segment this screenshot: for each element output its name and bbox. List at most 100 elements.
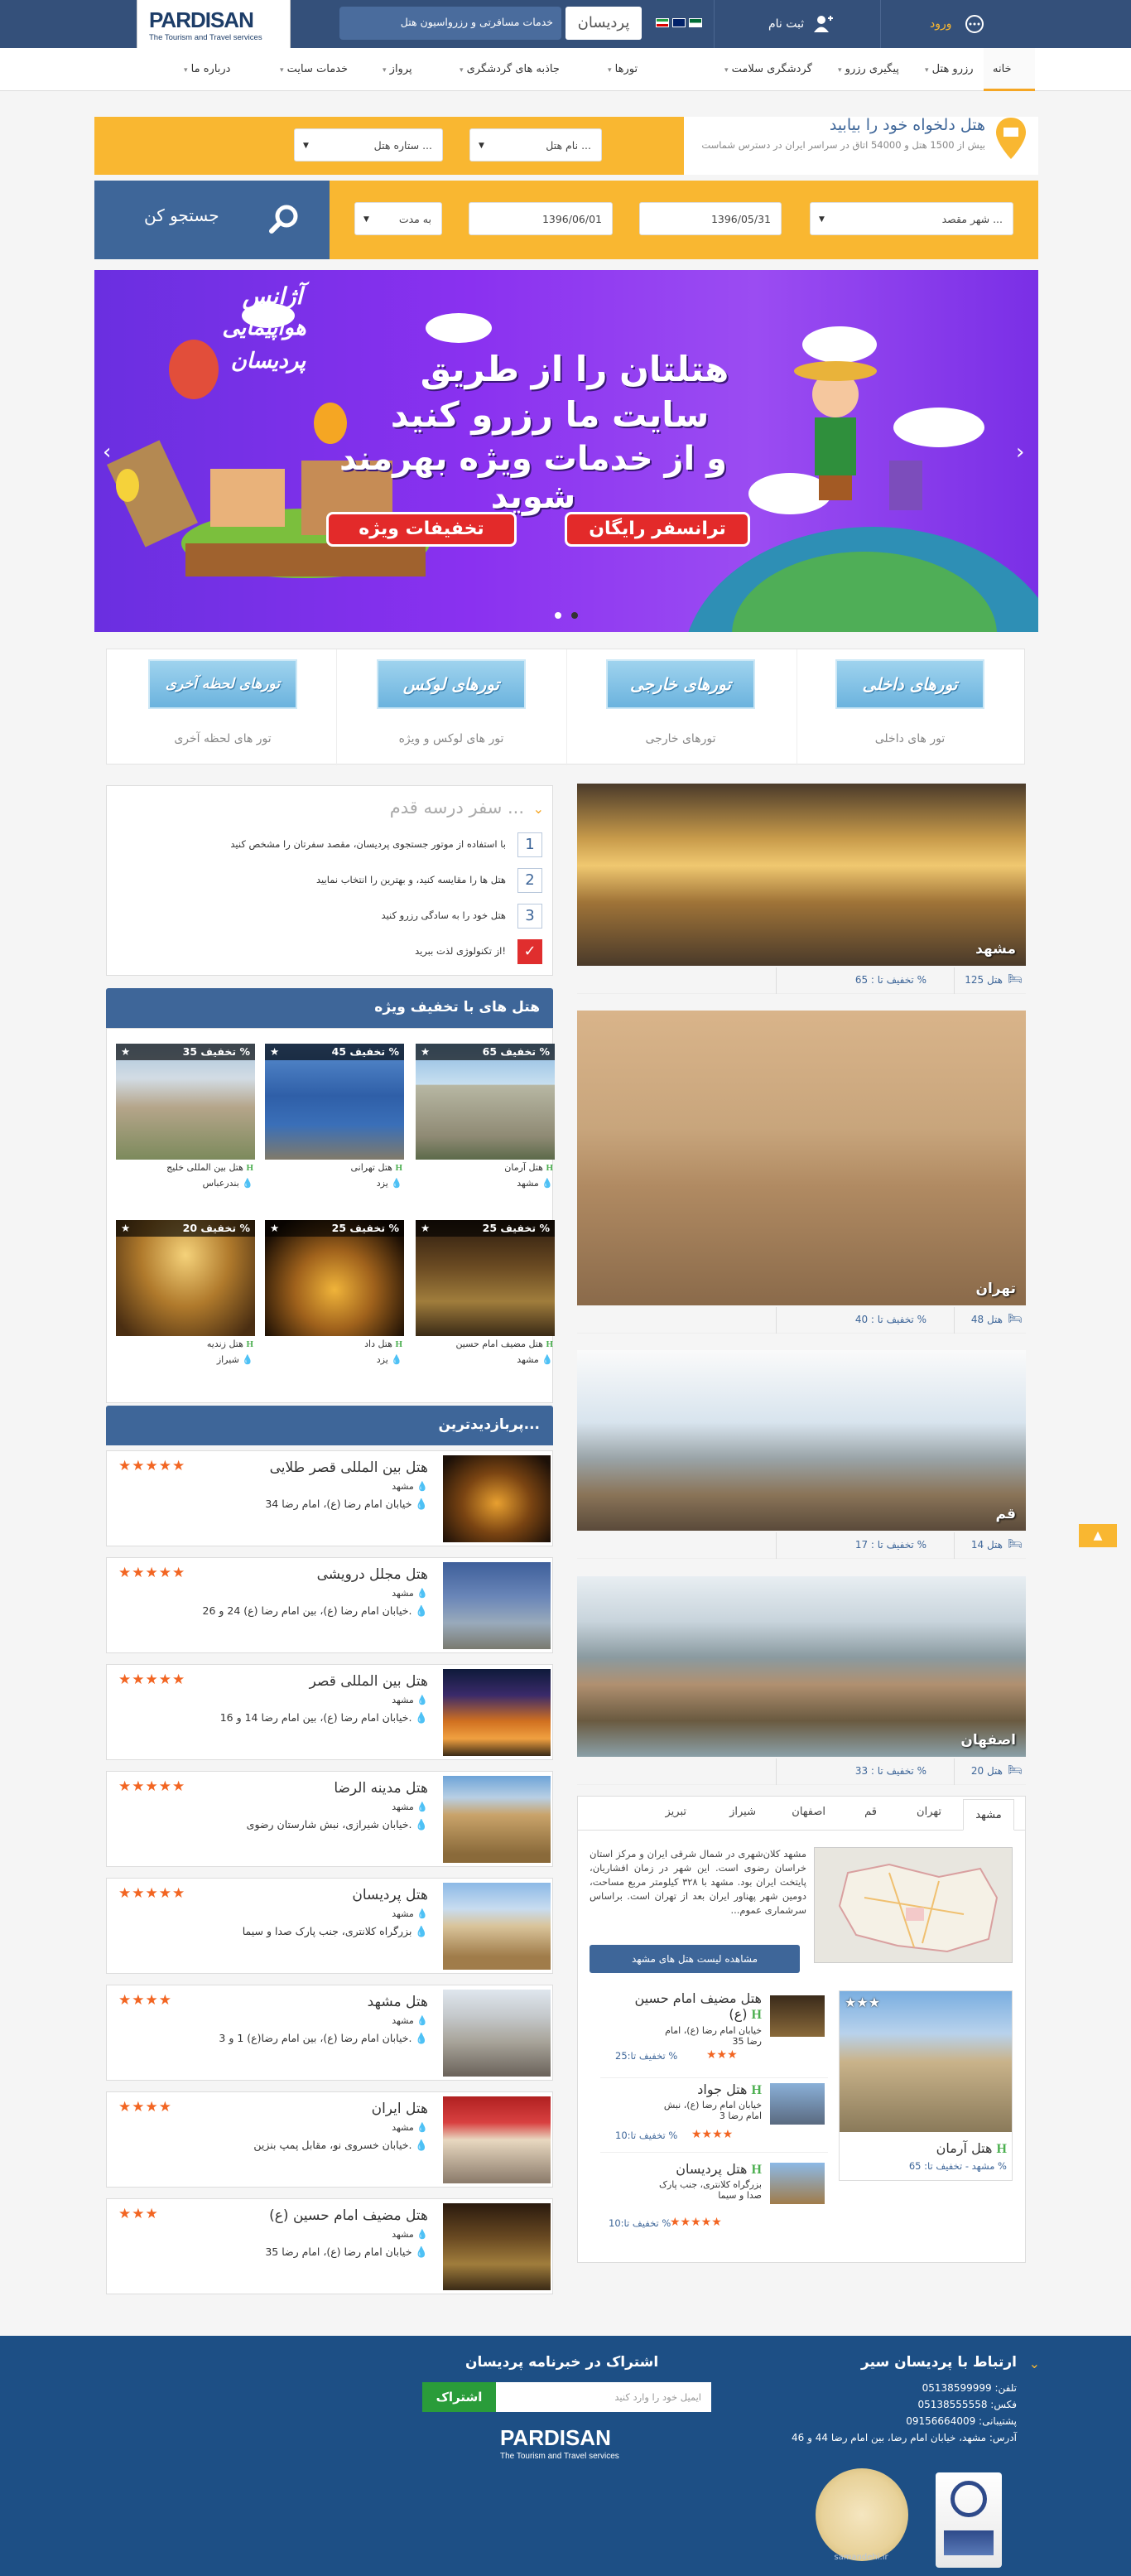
login-link[interactable]: ورود xyxy=(930,0,952,48)
slider-dot[interactable] xyxy=(555,612,561,619)
city-card-qom[interactable]: قم 🛏 14 هتل تخفیف تا : 17 % xyxy=(577,1350,1026,1564)
tab-qom[interactable]: قم xyxy=(864,1806,877,1818)
nav-tours[interactable]: ▾ تورها xyxy=(608,63,638,75)
tab-isfahan[interactable]: اصفهان xyxy=(792,1806,825,1818)
nav-about[interactable]: ▾ درباره ما xyxy=(184,63,230,75)
flag-uk-icon[interactable] xyxy=(672,18,686,27)
hotel-name[interactable]: هتل مشهد xyxy=(368,1994,428,2010)
hotel-name: هتل مضیف امام حسین (ع) H xyxy=(634,1990,762,2022)
hotel-name: هتل آرمان H xyxy=(936,2140,1007,2156)
popular-hotel-item[interactable]: هتل بین المللی قصر مشهد 💧 خیابان امام رض… xyxy=(106,1664,553,1760)
city-card-isfahan[interactable]: اصفهان 🛏 20 هتل تخفیف تا : 33 % xyxy=(577,1576,1026,1790)
banner-prev-arrow[interactable]: ‹ xyxy=(103,440,111,465)
tour-domestic-image[interactable]: تورهای داخلی xyxy=(835,659,984,709)
city-hotels-list-button[interactable]: مشاهده لیست هتل های مشهد xyxy=(590,1945,800,1973)
banner-next-arrow[interactable]: › xyxy=(1016,440,1024,465)
hotel-city: مشهد 💧 xyxy=(392,2122,428,2133)
scroll-top-button[interactable]: ▲ xyxy=(1079,1524,1117,1547)
nav-hotel-booking[interactable]: ▾ رزرو هتل xyxy=(925,63,974,75)
search-button-label: جستجو کن xyxy=(144,205,219,225)
city-card-mashhad[interactable]: مشهد 🛏 125 هتل تخفیف تا : 65 % xyxy=(577,784,1026,999)
brand-box[interactable]: پردیسان xyxy=(566,7,642,40)
subscribe-button[interactable]: اشتراک xyxy=(422,2382,496,2412)
city-discount: تخفیف تا : 33 % xyxy=(854,1765,926,1777)
footer-contact-title: ارتباط با پردیسان سیر xyxy=(861,2354,1017,2371)
banner-agency-3: پردیسان xyxy=(230,349,306,374)
hotel-photo xyxy=(770,2083,825,2125)
popular-hotel-item[interactable]: هتل مجلل درویشی مشهد 💧 خیابان امام رضا (… xyxy=(106,1557,553,1653)
hotel-name[interactable]: هتل مجلل درویشی xyxy=(317,1566,428,1583)
popular-hotel-item[interactable]: هتل ایران مشهد 💧 خیابان خسروی نو، مقابل … xyxy=(106,2091,553,2188)
hotel-name[interactable]: هتل بین المللی قصر xyxy=(310,1673,428,1690)
rating-stars: ★★★★★ xyxy=(118,1672,186,1688)
special-hotel-card[interactable]: تخفیف 25 % ★ هتل مضیف امام حسین H مشهد 💧 xyxy=(416,1220,555,1386)
popular-hotel-item[interactable]: هتل مشهد مشهد 💧 خیابان امام رضا (ع)، بین… xyxy=(106,1985,553,2081)
search-button[interactable]: جستجو کن xyxy=(94,181,330,259)
city-hotel-item[interactable]: هتل پردیسان H بزرگراه کلانتری، جنب پارک … xyxy=(600,2152,828,2235)
hotel-name[interactable]: هتل مدینه الرضا xyxy=(334,1780,428,1797)
checkin-date[interactable]: 1396/05/31 xyxy=(639,202,782,235)
nav-home[interactable]: خانه xyxy=(993,63,1012,75)
featured-hotel-card[interactable]: ★★★ هتل آرمان H مشهد - تخفیف تا: 65 % xyxy=(839,1990,1013,2181)
city-card-tehran[interactable]: تهران 🛏 48 هتل تخفیف تا : 40 % xyxy=(577,1011,1026,1337)
logo[interactable]: PARDISAN The Tourism and Travel services xyxy=(137,0,291,48)
popular-hotel-item[interactable]: هتل مضیف امام حسین (ع) مشهد 💧 خیابان اما… xyxy=(106,2198,553,2294)
hero-banner[interactable]: هتلتان را از طریق سایت ما رزرو کنید و از… xyxy=(94,270,1038,632)
hotel-name[interactable]: هتل بین المللی قصر طلایی xyxy=(270,1459,428,1476)
tour-foreign-label[interactable]: تورهای خارجی xyxy=(606,732,755,745)
special-hotel-card[interactable]: تخفیف 25 % ★ هتل داد H یزد 💧 xyxy=(265,1220,404,1386)
steps-panel: سفر درسه قدم ... ⌄ 1 با استفاده از موتور… xyxy=(106,785,553,976)
tour-lastminute-image[interactable]: تورهای لحظه آخری xyxy=(148,659,297,709)
special-hotel-card[interactable]: تخفیف 20 % ★ هتل زندیه H شیراز 💧 xyxy=(116,1220,255,1386)
divider xyxy=(954,1532,955,1559)
slider-dot[interactable] xyxy=(571,612,578,619)
special-hotel-card[interactable]: تخفیف 65 % ★ هتل آرمان H مشهد 💧 xyxy=(416,1044,555,1209)
tour-foreign-image[interactable]: تورهای خارجی xyxy=(606,659,755,709)
special-hotel-card[interactable]: تخفیف 35 % ★ هتل بین المللی خلیج H بندرع… xyxy=(116,1044,255,1209)
tab-tehran[interactable]: تهران xyxy=(917,1806,941,1818)
nav-services[interactable]: ▾ خدمات سایت xyxy=(280,63,348,75)
rating-stars: ★★★★★ xyxy=(118,1565,186,1581)
tour-luxury-label[interactable]: تور های لوکس و ویژه xyxy=(377,732,526,745)
samandehi-badge-icon[interactable] xyxy=(816,2468,908,2561)
tour-luxury-image[interactable]: تورهای لوکس xyxy=(377,659,526,709)
hotel-name[interactable]: هتل مضیف امام حسین (ع) xyxy=(269,2207,428,2224)
rating-stars: ★★★★ xyxy=(118,1992,172,2009)
tab-mashhad[interactable]: مشهد xyxy=(963,1799,1014,1831)
nav-health-tourism[interactable]: ▾ گردشگری سلامت xyxy=(724,63,812,75)
newsletter-email-input[interactable]: ایمیل خود را وارد کنید xyxy=(496,2382,711,2412)
city-hotel-item[interactable]: هتل جواد H خیابان امام رضا (ع)، نبش امام… xyxy=(600,2077,828,2160)
language-flags[interactable] xyxy=(656,18,702,27)
city-map[interactable] xyxy=(814,1847,1013,1963)
register-link[interactable]: ثبت نام xyxy=(768,0,804,48)
hotel-city: بندرعباس 💧 xyxy=(202,1178,253,1189)
flag-arabic-icon[interactable] xyxy=(689,18,702,27)
tour-domestic-label[interactable]: تور های داخلی xyxy=(835,732,984,745)
divider xyxy=(776,1758,777,1785)
hotel-name[interactable]: هتل پردیسان xyxy=(352,1887,428,1903)
destination-select[interactable]: شهر مقصد ... ▼ xyxy=(810,202,1013,235)
nav-flight[interactable]: ▾ پرواز xyxy=(383,63,412,75)
footer-address: آدرس: مشهد، خیابان امام رضا، بین امام رض… xyxy=(792,2432,1017,2443)
checkout-date[interactable]: 1396/06/01 xyxy=(469,202,613,235)
nav-attractions[interactable]: ▾ جاذبه های گردشگری xyxy=(460,63,560,75)
duration-select[interactable]: به مدت ▼ xyxy=(354,202,442,235)
city-hotel-item[interactable]: هتل مضیف امام حسین (ع) H خیابان امام رضا… xyxy=(600,1990,828,2073)
nav-track-booking[interactable]: ▾ پیگیری رزرو xyxy=(838,63,899,75)
special-hotel-card[interactable]: تخفیف 45 % ★ هتل تهرانی H یزد 💧 xyxy=(265,1044,404,1209)
tour-lastminute-label[interactable]: تور های لحظه آخری xyxy=(148,732,297,745)
hotel-name-select[interactable]: نام هتل ... ▼ xyxy=(469,128,602,162)
hotel-name: هتل زندیه H xyxy=(206,1339,253,1349)
enamad-badge-icon[interactable] xyxy=(936,2472,1002,2568)
hotel-name[interactable]: هتل ایران xyxy=(372,2101,428,2117)
popular-hotel-item[interactable]: هتل بین المللی قصر طلایی مشهد 💧 خیابان ا… xyxy=(106,1450,553,1546)
header-search[interactable]: خدمات مسافرتی و رزرواسیون هتل xyxy=(339,7,561,40)
discount-badge: تخفیف 25 % ★ xyxy=(416,1220,555,1237)
hotel-stars-select[interactable]: ستاره هتل ... ▼ xyxy=(294,128,443,162)
flag-iran-icon[interactable] xyxy=(656,18,669,27)
tab-shiraz[interactable]: شیراز xyxy=(729,1806,756,1818)
popular-hotel-item[interactable]: هتل مدینه الرضا مشهد 💧 خیابان شیرازی، نب… xyxy=(106,1771,553,1867)
hotel-photo xyxy=(443,1776,551,1863)
popular-hotel-item[interactable]: هتل پردیسان مشهد 💧 بزرگراه کلانتری، جنب … xyxy=(106,1878,553,1974)
tab-tabriz[interactable]: تبریز xyxy=(665,1806,686,1818)
